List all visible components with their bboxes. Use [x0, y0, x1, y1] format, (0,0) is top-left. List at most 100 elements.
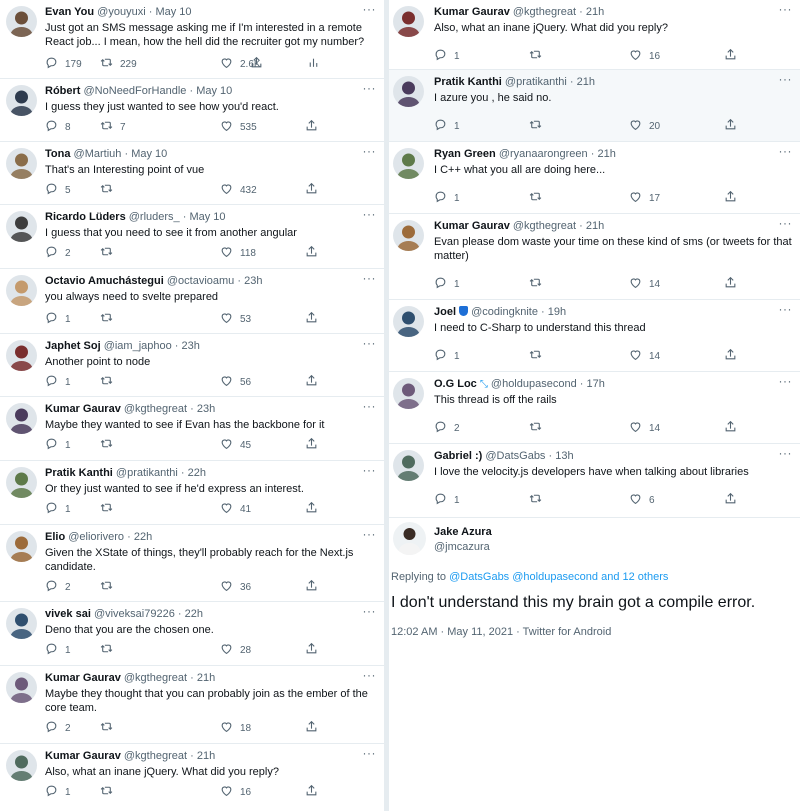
retweet-button[interactable] [529, 48, 549, 64]
retweet-button[interactable] [529, 190, 549, 206]
like-button[interactable]: 14 [629, 276, 660, 292]
author-name[interactable]: Tona [45, 148, 70, 160]
author-name[interactable]: O.G Loc [434, 378, 477, 390]
avatar[interactable] [6, 467, 37, 498]
tweet[interactable]: Kumar Gaurav @kgthegreat · 23h Maybe the… [0, 397, 384, 461]
tweet-time[interactable]: 21h [577, 76, 595, 88]
share-button[interactable] [305, 501, 318, 517]
avatar[interactable] [6, 85, 37, 116]
tweet[interactable]: Kumar Gaurav @kgthegreat · 21h Evan plea… [389, 214, 800, 300]
more-options-icon[interactable]: ··· [363, 144, 377, 158]
more-options-icon[interactable]: ··· [363, 668, 377, 682]
author-handle[interactable]: @youyuxi [97, 6, 145, 18]
share-button[interactable] [305, 720, 318, 736]
avatar[interactable] [393, 220, 424, 251]
author-handle[interactable]: @eliorivero [68, 531, 124, 543]
tweet-time[interactable]: 22h [134, 531, 152, 543]
tweet-time[interactable]: May 10 [131, 148, 167, 160]
more-options-icon[interactable]: ··· [779, 144, 793, 158]
more-options-icon[interactable]: ··· [363, 336, 377, 350]
tweet-time[interactable]: 21h [197, 750, 215, 762]
like-button[interactable]: 432 [220, 182, 257, 198]
tweet-time[interactable]: 23h [197, 403, 215, 415]
author-name[interactable]: Jake Azura [434, 526, 492, 538]
tweet[interactable]: Róbert @NoNeedForHandle · May 10 I guess… [0, 79, 384, 142]
avatar[interactable] [6, 672, 37, 703]
more-options-icon[interactable]: ··· [779, 216, 793, 230]
more-options-icon[interactable]: ··· [363, 527, 377, 541]
reply-button[interactable]: 1 [45, 784, 71, 800]
author-handle[interactable]: @jmcazura [434, 541, 490, 553]
retweet-button[interactable]: 7 [100, 119, 126, 135]
author-handle[interactable]: @iam_japhoo [104, 340, 172, 352]
avatar[interactable] [6, 531, 37, 562]
like-button[interactable]: 14 [629, 420, 660, 436]
tweet-time[interactable]: 17h [587, 378, 605, 390]
retweet-button[interactable] [529, 118, 549, 134]
author-name[interactable]: Joel [434, 306, 456, 318]
like-button[interactable]: 14 [629, 348, 660, 364]
author-name[interactable]: Ryan Green [434, 148, 496, 160]
author-name[interactable]: Kumar Gaurav [434, 6, 510, 18]
share-button[interactable] [305, 579, 318, 595]
retweet-button[interactable] [100, 437, 120, 453]
like-button[interactable]: 6 [629, 492, 655, 508]
author-name[interactable]: vivek sai [45, 608, 91, 620]
author-handle[interactable]: @Martiuh [74, 148, 122, 160]
tweet[interactable]: Octavio Amuchástegui @octavioamu · 23h y… [0, 269, 384, 334]
like-button[interactable]: 16 [629, 48, 660, 64]
retweet-button[interactable] [100, 182, 120, 198]
tweet[interactable]: O.G Loc ⤡ @holdupasecond · 17h This thre… [389, 372, 800, 444]
author-name[interactable]: Elio [45, 531, 65, 543]
tweet-time[interactable]: 22h [185, 608, 203, 620]
retweet-button[interactable] [529, 492, 549, 508]
author-handle[interactable]: @kgthegreat [124, 403, 187, 415]
tweet[interactable]: Pratik Kanthi @pratikanthi · 22h Or they… [0, 461, 384, 525]
avatar[interactable] [6, 340, 37, 371]
avatar[interactable] [6, 750, 37, 781]
share-button[interactable] [724, 48, 737, 64]
retweet-button[interactable] [100, 784, 120, 800]
author-handle[interactable]: @octavioamu [167, 275, 234, 287]
author-name[interactable]: Pratik Kanthi [45, 467, 113, 479]
author-handle[interactable]: @kgthegreat [124, 750, 187, 762]
avatar[interactable] [393, 76, 424, 107]
tweet-time[interactable]: May 10 [155, 6, 191, 18]
tweet-time[interactable]: 22h [188, 467, 206, 479]
reply-button[interactable]: 1 [434, 348, 460, 364]
avatar[interactable] [393, 148, 424, 179]
share-button[interactable] [305, 182, 318, 198]
tweet[interactable]: Kumar Gaurav @kgthegreat · 21h Also, wha… [0, 744, 384, 811]
more-options-icon[interactable]: ··· [363, 271, 377, 285]
tweet-time[interactable]: 21h [586, 220, 604, 232]
share-button[interactable] [305, 437, 318, 453]
like-button[interactable]: 45 [220, 437, 251, 453]
retweet-button[interactable] [100, 374, 120, 390]
author-handle[interactable]: @ryanaarongreen [499, 148, 588, 160]
tweet[interactable]: Tona @Martiuh · May 10 That's an Interes… [0, 142, 384, 205]
more-options-icon[interactable]: ··· [363, 463, 377, 477]
author-handle[interactable]: @pratikanthi [505, 76, 567, 88]
share-button[interactable] [250, 56, 263, 72]
avatar[interactable] [393, 378, 424, 409]
share-button[interactable] [724, 276, 737, 292]
tweet[interactable]: Kumar Gaurav @kgthegreat · 21h Also, wha… [389, 0, 800, 70]
avatar[interactable] [393, 306, 424, 337]
author-handle[interactable]: @rluders_ [129, 211, 180, 223]
more-options-icon[interactable]: ··· [779, 302, 793, 316]
avatar[interactable] [393, 522, 426, 555]
share-button[interactable] [305, 374, 318, 390]
more-options-icon[interactable]: ··· [779, 72, 793, 86]
reply-button[interactable]: 1 [45, 374, 71, 390]
avatar[interactable] [6, 211, 37, 242]
author-name[interactable]: Kumar Gaurav [434, 220, 510, 232]
reply-button[interactable]: 2 [45, 245, 71, 261]
tweet[interactable]: Elio @eliorivero · 22h Given the XState … [0, 525, 384, 602]
retweet-button[interactable] [529, 348, 549, 364]
retweet-button[interactable] [100, 501, 120, 517]
reply-button[interactable]: 2 [45, 720, 71, 736]
reply-button[interactable]: 1 [434, 118, 460, 134]
tweet[interactable]: Ricardo Lüders @rluders_ · May 10 I gues… [0, 205, 384, 269]
author-name[interactable]: Gabriel :) [434, 450, 482, 462]
author-handle[interactable]: @pratikanthi [116, 467, 178, 479]
